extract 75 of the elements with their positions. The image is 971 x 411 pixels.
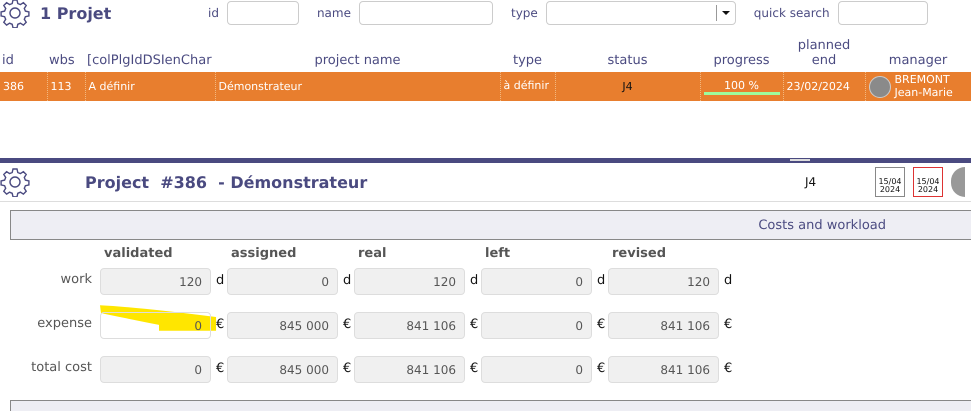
unit-label: €	[215, 360, 224, 376]
type-select[interactable]	[546, 1, 736, 25]
row-label: total cost	[31, 360, 92, 375]
column-header: wbs	[49, 53, 75, 68]
unit-label: d	[596, 272, 606, 288]
unit-label: €	[596, 360, 606, 376]
unit-label: €	[215, 316, 224, 332]
settings-icon	[0, 167, 30, 197]
number-field[interactable]: 120	[100, 268, 211, 295]
column-header: id	[2, 53, 14, 68]
filter-label: id	[208, 6, 219, 20]
progress-text: 100 %	[724, 78, 759, 92]
column-header: planned end	[798, 38, 850, 68]
detail-title: Project #386 - Démonstrateur	[85, 172, 368, 192]
column-header: [colPlgIdDSIenChar	[87, 53, 212, 68]
filter-field[interactable]	[838, 1, 928, 25]
column-header: manager	[888, 53, 948, 68]
number-field[interactable]: 120	[608, 268, 719, 295]
filter-field[interactable]	[226, 1, 299, 25]
number-field[interactable]: 841 106	[354, 312, 465, 339]
row-label: expense	[37, 316, 92, 331]
unit-label: €	[596, 316, 606, 332]
avatar-icon	[951, 167, 965, 197]
column-header: left	[485, 246, 510, 261]
unit-label: €	[723, 360, 732, 376]
unit-label: d	[469, 272, 478, 288]
avatar-icon	[868, 76, 890, 98]
column-header: progress	[713, 53, 770, 68]
unit-label: d	[723, 272, 732, 288]
unit-label: d	[215, 272, 224, 288]
number-field[interactable]: 0	[481, 268, 592, 295]
calendar-icon[interactable]: 15/04 2024	[875, 167, 905, 197]
resize-handle[interactable]	[790, 159, 810, 161]
unit-label: €	[342, 316, 352, 332]
number-field[interactable]: 0	[227, 268, 338, 295]
table-cell: à définir	[504, 79, 549, 92]
column-header: assigned	[231, 246, 296, 261]
number-field[interactable]: 845 000	[227, 356, 338, 383]
filter-label: quick search	[754, 6, 830, 20]
calendar-icon[interactable]: 15/04 2024	[913, 167, 943, 197]
column-header: status	[608, 53, 648, 68]
unit-label: €	[723, 316, 732, 332]
table-cell: A définir	[88, 80, 135, 93]
number-field[interactable]: 0	[481, 356, 592, 383]
status-text: J4	[805, 175, 818, 189]
column-header: revised	[612, 246, 666, 261]
table-cell: J4	[622, 80, 633, 93]
unit-label: €	[469, 360, 478, 376]
column-header: type	[512, 53, 542, 68]
list-title: 1 Projet	[40, 4, 112, 22]
table-cell: 113	[50, 80, 72, 93]
number-field[interactable]: 841 106	[608, 312, 719, 339]
number-field[interactable]: 0	[100, 356, 211, 383]
number-field[interactable]: 120	[354, 268, 465, 295]
manager-name: BREMONT Jean-Marie	[894, 74, 954, 99]
unit-label: €	[342, 360, 352, 376]
filter-label: name	[316, 6, 351, 20]
number-field[interactable]: 0	[100, 312, 211, 339]
unit-label: d	[342, 272, 352, 288]
number-field[interactable]: 845 000	[227, 312, 338, 339]
column-header: real	[358, 246, 386, 261]
number-field[interactable]: 841 106	[608, 356, 719, 383]
column-header: project name	[314, 53, 401, 68]
column-header: validated	[104, 246, 173, 261]
unit-label: €	[469, 316, 478, 332]
table-cell: 386	[3, 80, 24, 93]
number-field[interactable]: 841 106	[354, 356, 465, 383]
section-header[interactable]: Costs and workload	[10, 210, 971, 240]
settings-icon	[0, 0, 30, 28]
filter-label: type	[510, 6, 538, 20]
table-cell: Démonstrateur	[218, 80, 302, 93]
table-cell: 23/02/2024	[786, 80, 850, 93]
filter-field[interactable]	[358, 1, 493, 25]
row-label: work	[60, 272, 92, 287]
number-field[interactable]: 0	[481, 312, 592, 339]
